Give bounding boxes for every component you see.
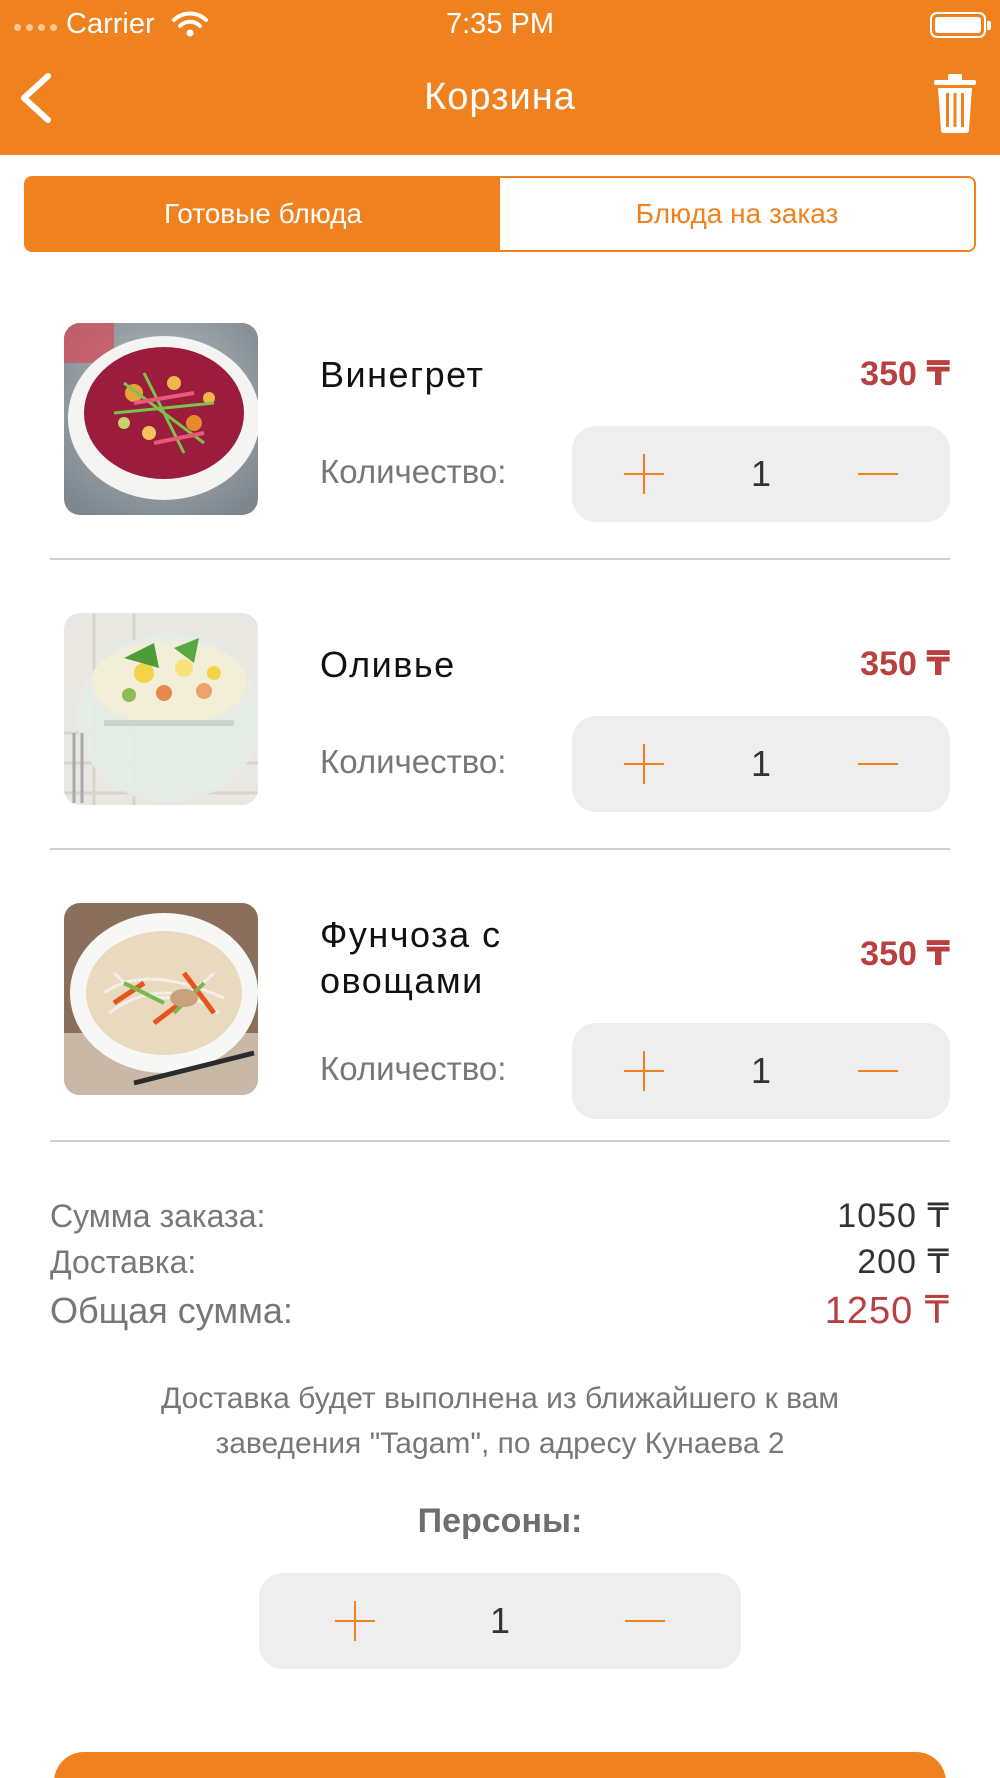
dish-name: Фунчоза с овощами	[320, 914, 502, 1001]
checkout-button[interactable]	[54, 1752, 946, 1778]
plus-icon[interactable]	[624, 744, 664, 784]
cart-item: Оливье 350 ₸ Количество: 1	[0, 560, 1000, 850]
cart-item: Винегрет 350 ₸ Количество: 1	[0, 270, 1000, 560]
persons-count: 1	[489, 1600, 511, 1641]
page-title: Корзина	[424, 76, 576, 118]
minus-icon[interactable]	[858, 744, 898, 784]
plus-icon[interactable]	[624, 454, 664, 494]
persons-stepper: 1	[259, 1573, 741, 1669]
dish-photo-olivier	[64, 613, 258, 805]
quantity-value: 1	[750, 743, 772, 784]
quantity-stepper: 1	[572, 716, 950, 812]
delivery-label: Доставка:	[50, 1244, 197, 1280]
total-row: Общая сумма: 1250 ₸	[50, 1288, 950, 1333]
dish-name: Оливье	[320, 644, 456, 685]
trash-icon	[934, 74, 976, 133]
minus-icon[interactable]	[858, 454, 898, 494]
dish-price: 350 ₸	[860, 935, 950, 973]
status-bar: Carrier 7:35 PM	[0, 0, 1000, 48]
clear-cart-button[interactable]	[932, 72, 978, 134]
minus-icon[interactable]	[625, 1601, 665, 1641]
plus-icon[interactable]	[335, 1601, 375, 1641]
quantity-stepper: 1	[572, 1023, 950, 1119]
tab-order-dishes[interactable]: Блюда на заказ	[500, 178, 974, 250]
subtotal-label: Сумма заказа:	[50, 1198, 266, 1234]
cart-list: Винегрет 350 ₸ Количество: 1 Оливье 350 …	[0, 270, 1000, 1142]
status-time: 7:35 PM	[446, 8, 554, 40]
navigation-bar: Carrier 7:35 PM Корзина	[0, 0, 1000, 155]
total-value: 1250 ₸	[824, 1290, 950, 1332]
quantity-stepper: 1	[572, 426, 950, 522]
delivery-row: Доставка: 200 ₸	[50, 1242, 950, 1288]
subtotal-value: 1050 ₸	[837, 1197, 950, 1235]
delivery-value: 200 ₸	[857, 1243, 950, 1281]
quantity-label: Количество:	[320, 453, 507, 490]
total-label: Общая сумма:	[50, 1290, 293, 1331]
dish-photo-vinaigrette	[64, 323, 258, 515]
dish-photo-funchoza	[64, 903, 258, 1095]
order-summary: Сумма заказа: 1050 ₸ Доставка: 200 ₸ Общ…	[50, 1196, 950, 1333]
delivery-note: Доставка будет выполнена из ближайшего к…	[161, 1382, 839, 1460]
cart-item: Фунчоза с овощами 350 ₸ Количество: 1	[0, 850, 1000, 1142]
tab-ready-dishes[interactable]: Готовые блюда	[26, 178, 500, 250]
category-segmented-control: Готовые блюда Блюда на заказ	[24, 176, 976, 252]
quantity-label: Количество:	[320, 743, 507, 780]
plus-icon[interactable]	[624, 1051, 664, 1091]
quantity-label: Количество:	[320, 1050, 507, 1087]
dish-price: 350 ₸	[860, 355, 950, 393]
subtotal-row: Сумма заказа: 1050 ₸	[50, 1196, 950, 1242]
minus-icon[interactable]	[858, 1051, 898, 1091]
quantity-value: 1	[750, 453, 772, 494]
dish-name: Винегрет	[320, 354, 485, 395]
dish-price: 350 ₸	[860, 645, 950, 683]
battery-icon	[930, 12, 991, 38]
divider	[50, 1140, 950, 1142]
quantity-value: 1	[750, 1050, 772, 1091]
persons-label: Персоны:	[417, 1502, 583, 1540]
